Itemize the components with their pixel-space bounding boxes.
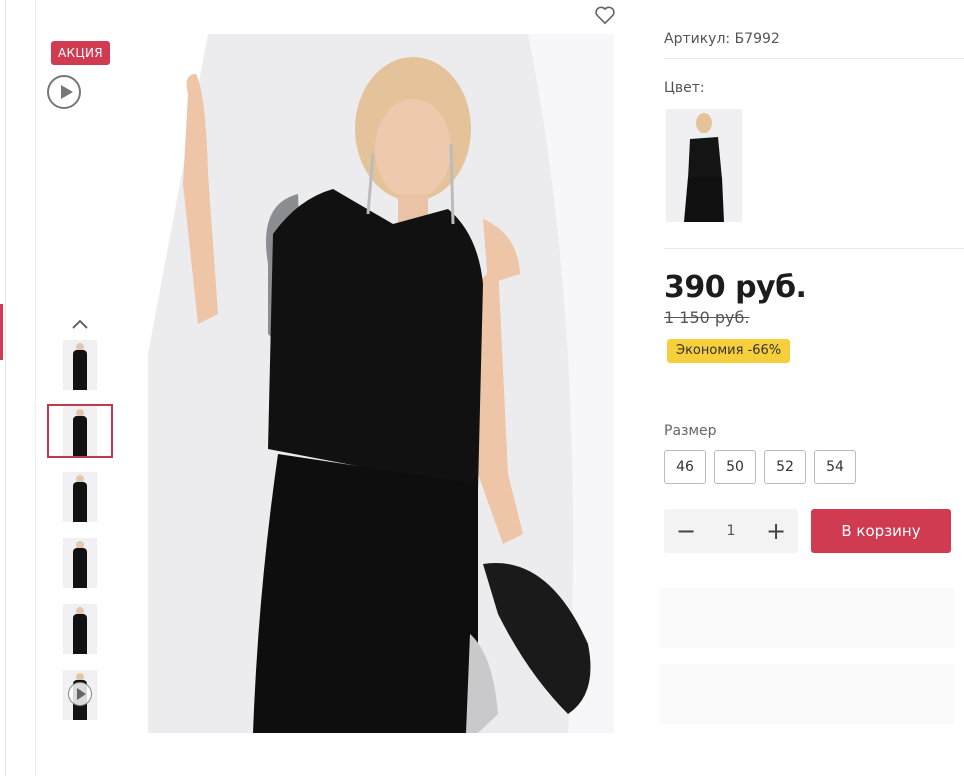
size-option-54[interactable]: 54	[814, 450, 856, 484]
size-option-50[interactable]: 50	[714, 450, 756, 484]
rail-line	[5, 0, 6, 776]
old-price: 1 150 руб.	[664, 308, 750, 327]
thumbnail-video[interactable]	[47, 668, 113, 722]
quantity-increase-button[interactable]: +	[766, 509, 786, 553]
size-option-46[interactable]: 46	[664, 450, 706, 484]
current-price: 390 руб.	[664, 270, 807, 305]
saving-badge: Экономия -66%	[667, 339, 791, 363]
divider	[664, 248, 964, 249]
thumbnail-list	[47, 338, 113, 734]
thumbnail-2-active[interactable]	[47, 404, 113, 458]
main-product-photo[interactable]	[148, 34, 614, 733]
color-swatch-black[interactable]	[666, 109, 742, 222]
placeholder-block	[660, 588, 954, 648]
quantity-value[interactable]: 1	[727, 523, 736, 539]
heart-icon[interactable]	[594, 5, 616, 25]
size-options: 46 50 52 54	[664, 450, 856, 484]
product-photo-illustration	[148, 34, 614, 733]
thumbnail-1[interactable]	[47, 338, 113, 392]
quantity-decrease-button[interactable]: −	[676, 509, 696, 553]
chevron-up-icon[interactable]	[70, 316, 90, 330]
article-number: Артикул: Б7992	[664, 31, 780, 47]
play-circle-icon[interactable]	[47, 75, 81, 109]
thumbnail-3[interactable]	[47, 470, 113, 524]
placeholder-block	[660, 664, 954, 724]
divider	[664, 58, 964, 59]
size-option-52[interactable]: 52	[764, 450, 806, 484]
video-play-icon	[68, 682, 92, 706]
thumbnail-4[interactable]	[47, 536, 113, 590]
sale-badge: АКЦИЯ	[51, 41, 110, 65]
add-to-cart-button[interactable]: В корзину	[811, 509, 951, 553]
size-label: Размер	[664, 423, 717, 439]
thumbnail-5[interactable]	[47, 602, 113, 656]
quantity-stepper: − 1 +	[664, 509, 798, 553]
color-label: Цвет:	[664, 80, 705, 96]
rail-active-marker	[0, 304, 3, 360]
left-rail	[0, 0, 36, 776]
